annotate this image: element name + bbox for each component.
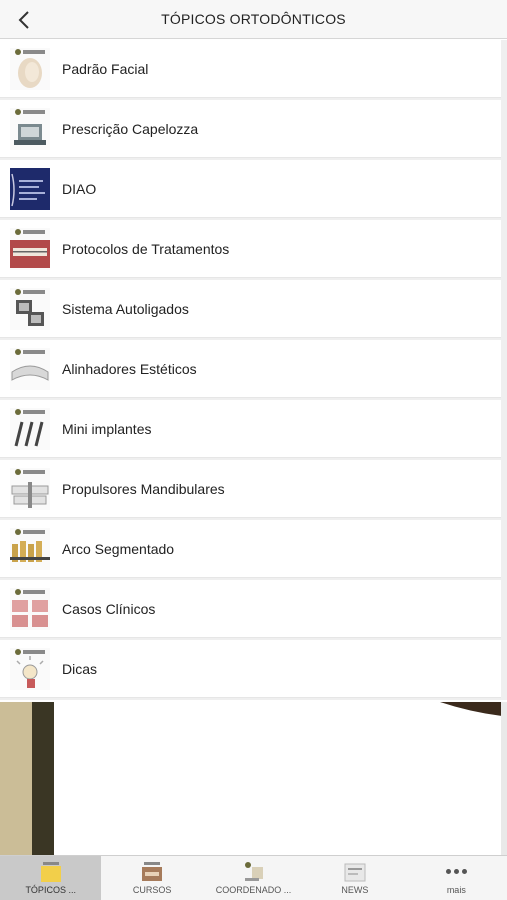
- mini-implant-thumb: [10, 408, 50, 450]
- page-title: TÓPICOS ORTODÔNTICOS: [161, 11, 346, 27]
- list-item-mini-implantes[interactable]: Mini implantes: [0, 400, 501, 458]
- mandibular-propulsor-thumb: [10, 468, 50, 510]
- list-item-label: Protocolos de Tratamentos: [62, 241, 230, 257]
- news-tab-icon: [344, 861, 366, 883]
- diao-thumb: [10, 168, 50, 210]
- aligner-thumb: [10, 348, 50, 390]
- list-item-propulsores[interactable]: Propulsores Mandibulares: [0, 460, 501, 518]
- list-item-arco-segmentado[interactable]: Arco Segmentado: [0, 520, 501, 578]
- tab-bar: TÓPICOS ... CURSOS COORDENADO ... NEWS m…: [0, 855, 507, 900]
- tab-label: TÓPICOS ...: [25, 885, 76, 895]
- topics-list: Padrão Facial Prescrição Capelozza DIAO …: [0, 40, 507, 700]
- list-item-autoligados[interactable]: Sistema Autoligados: [0, 280, 501, 338]
- list-item-protocolos[interactable]: Protocolos de Tratamentos: [0, 220, 501, 278]
- teeth-photo-thumb: [10, 228, 50, 270]
- facial-profile-thumb: [10, 48, 50, 90]
- list-item-label: Dicas: [62, 661, 98, 677]
- list-item-label: Propulsores Mandibulares: [62, 481, 225, 497]
- list-item-dicas[interactable]: Dicas: [0, 640, 501, 698]
- more-icon: [445, 869, 467, 874]
- topics-tab-icon: [40, 861, 62, 883]
- list-item-label: Sistema Autoligados: [62, 301, 189, 317]
- list-item-label: Casos Clínicos: [62, 601, 156, 617]
- self-ligating-bracket-thumb: [10, 288, 50, 330]
- tips-thumb: [10, 648, 50, 690]
- background-corner-shape: [440, 702, 502, 716]
- background-strip-light: [0, 702, 32, 855]
- background-strip-right: [501, 702, 507, 855]
- courses-tab-icon: [141, 861, 163, 883]
- tab-label: COORDENADO ...: [215, 885, 292, 895]
- tab-mais[interactable]: mais: [406, 856, 507, 900]
- coordinator-tab-icon: [243, 861, 265, 883]
- nav-header: TÓPICOS ORTODÔNTICOS: [0, 0, 507, 39]
- background-photo: [0, 702, 507, 855]
- tab-label: mais: [446, 885, 466, 895]
- list-item-casos-clinicos[interactable]: Casos Clínicos: [0, 580, 501, 638]
- tab-news[interactable]: NEWS: [304, 856, 405, 900]
- clinical-cases-thumb: [10, 588, 50, 630]
- list-item-diao[interactable]: DIAO: [0, 160, 501, 218]
- segmented-arch-thumb: [10, 528, 50, 570]
- list-item-label: Alinhadores Estéticos: [62, 361, 197, 377]
- list-item-alinhadores[interactable]: Alinhadores Estéticos: [0, 340, 501, 398]
- tab-topicos[interactable]: TÓPICOS ...: [0, 856, 102, 900]
- list-item-label: Prescrição Capelozza: [62, 121, 199, 137]
- background-strip-dark: [32, 702, 54, 855]
- tab-label: NEWS: [341, 885, 369, 895]
- app-screen: TÓPICOS ORTODÔNTICOS Padrão Facial Presc…: [0, 0, 507, 900]
- list-item-label: Padrão Facial: [62, 61, 149, 77]
- list-item-padrao-facial[interactable]: Padrão Facial: [0, 40, 501, 98]
- list-item-label: Arco Segmentado: [62, 541, 175, 557]
- tab-label: CURSOS: [132, 885, 172, 895]
- list-item-prescricao-capelozza[interactable]: Prescrição Capelozza: [0, 100, 501, 158]
- tab-cursos[interactable]: CURSOS: [101, 856, 202, 900]
- list-item-label: DIAO: [62, 181, 97, 197]
- list-item-label: Mini implantes: [62, 421, 152, 437]
- bracket-thumb: [10, 108, 50, 150]
- tab-coordenador[interactable]: COORDENADO ...: [203, 856, 304, 900]
